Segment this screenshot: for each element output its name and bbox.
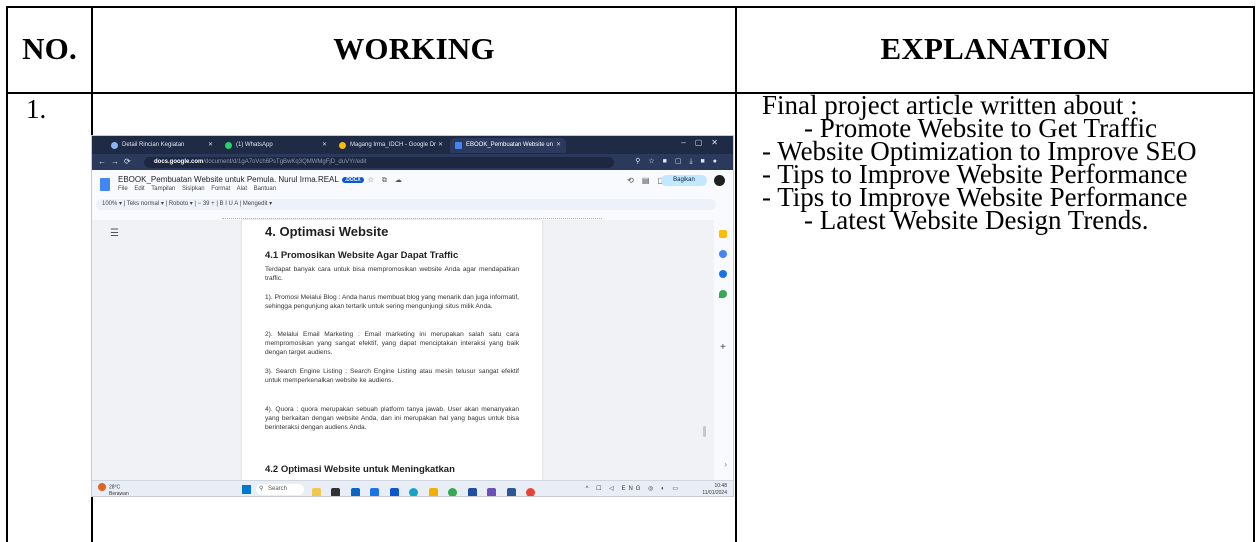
tab-favicon bbox=[111, 142, 118, 149]
row-number: 1. bbox=[26, 94, 47, 124]
weather-desc: Berawan bbox=[109, 491, 129, 497]
header-explanation: EXPLANATION bbox=[880, 31, 1110, 66]
clock-date: 11/01/2024 bbox=[702, 490, 727, 496]
system-tray[interactable]: ^ ☐ ◁ ENG ◎ ◐ ▭ 10:48 11/01/2024 bbox=[586, 483, 727, 496]
share-button[interactable]: Bagikan bbox=[661, 175, 707, 186]
close-icon[interactable]: ✕ bbox=[322, 138, 327, 153]
taskbar-app-icon[interactable] bbox=[467, 488, 477, 496]
browser-tab[interactable]: Magang Irma_IDCH - Google Dr ✕ bbox=[334, 138, 448, 153]
weather-temp: 28°C bbox=[109, 484, 121, 491]
whatsapp-icon bbox=[225, 142, 232, 149]
chrome-icon[interactable] bbox=[448, 488, 458, 496]
docs-logo-icon bbox=[100, 178, 110, 191]
browser-tab[interactable]: (1) WhatsApp ✕ bbox=[220, 138, 332, 153]
close-icon[interactable]: ✕ bbox=[438, 138, 443, 153]
taskbar-app-icon[interactable] bbox=[389, 488, 399, 496]
keep-icon[interactable] bbox=[719, 230, 727, 238]
formatting-toolbar[interactable]: 100% ▾ | Teks normal ▾ | Roboto ▾ | − 39… bbox=[96, 199, 716, 210]
working-screenshot: Detail Rincian Kegiatan ✕ (1) WhatsApp ✕… bbox=[91, 135, 734, 497]
menu-item[interactable]: Tampilan bbox=[151, 186, 175, 192]
taskbar-search[interactable]: ⚲ Search bbox=[256, 484, 304, 495]
page-paragraph: 1). Promosi Melalui Blog : Anda harus me… bbox=[265, 294, 519, 310]
docs-icon bbox=[455, 142, 462, 149]
url-path: /document/d/1gA7oVch6PsTgBwKq3QMWMgFjD_d… bbox=[203, 159, 367, 165]
page-subheading: 4.1 Promosikan Website Agar Dapat Traffi… bbox=[265, 250, 459, 261]
taskbar-apps bbox=[312, 484, 541, 496]
nav-buttons[interactable]: ←→⟳ bbox=[98, 157, 136, 166]
menu-item[interactable]: File bbox=[118, 186, 128, 192]
star-icon[interactable]: ☆ ⧉ ☁ bbox=[368, 177, 405, 184]
tab-label: EBOOK_Pembuatan Website un bbox=[466, 142, 553, 148]
contacts-icon[interactable] bbox=[719, 270, 727, 278]
windows-taskbar: 28°C Berawan ⚲ Search ^ ☐ ◁ ENG ◎ ◐ ▭ 10:4… bbox=[92, 480, 733, 497]
taskbar-app-icon[interactable] bbox=[331, 488, 341, 496]
document-page[interactable]: 4. Optimasi Website 4.1 Promosikan Websi… bbox=[242, 220, 542, 480]
close-icon[interactable]: ✕ bbox=[208, 138, 213, 153]
chrome-icon[interactable] bbox=[525, 488, 535, 496]
header-working: WORKING bbox=[333, 31, 495, 66]
browser-actions[interactable]: ⚲☆■▢⤓■● bbox=[635, 157, 725, 166]
clock-time: 10:48 bbox=[714, 483, 727, 489]
tab-label: Magang Irma_IDCH - Google Dr bbox=[350, 142, 437, 148]
address-bar: ←→⟳ docs.google.com/document/d/1gA7oVch6… bbox=[92, 154, 733, 170]
lang-indicator: ENG bbox=[621, 486, 644, 492]
browser-tab-bar: Detail Rincian Kegiatan ✕ (1) WhatsApp ✕… bbox=[92, 136, 733, 154]
document-canvas: ☰ 4. Optimasi Website 4.1 Promosikan Web… bbox=[92, 220, 716, 480]
drive-icon bbox=[339, 142, 346, 149]
outline-icon[interactable]: ☰ bbox=[110, 228, 119, 239]
avatar[interactable] bbox=[714, 175, 725, 186]
page-paragraph: Terdapat banyak cara untuk bisa mempromo… bbox=[265, 266, 519, 282]
search-icon: ⚲ bbox=[259, 486, 264, 492]
browser-tab[interactable]: Detail Rincian Kegiatan ✕ bbox=[106, 138, 218, 153]
docx-badge: .DOCX bbox=[341, 177, 364, 183]
assignment-table: NO. WORKING EXPLANATION 1. Final project… bbox=[0, 0, 1257, 542]
toolbar-text: 100% ▾ | Teks normal ▾ | Roboto ▾ | − 39… bbox=[102, 201, 273, 207]
docs-header: EBOOK_Pembuatan Website untuk Pemula. Nu… bbox=[92, 170, 733, 210]
close-icon[interactable]: ✕ bbox=[556, 138, 561, 153]
browser-tab-active[interactable]: EBOOK_Pembuatan Website un ✕ bbox=[450, 138, 566, 153]
search-label: Search bbox=[268, 486, 288, 492]
menu-item[interactable]: Alat bbox=[237, 186, 247, 192]
url-host: docs.google.com bbox=[154, 159, 204, 165]
page-paragraph: 3). Search Engine Listing : Search Engin… bbox=[265, 368, 519, 384]
menu-item[interactable]: Format bbox=[211, 186, 230, 192]
word-icon[interactable] bbox=[506, 488, 516, 496]
scrollbar-thumb[interactable] bbox=[703, 426, 706, 437]
table-border-right bbox=[1253, 6, 1255, 542]
menu-item[interactable]: Sisipkan bbox=[182, 186, 205, 192]
tab-label: Detail Rincian Kegiatan bbox=[122, 142, 185, 148]
start-icon[interactable] bbox=[242, 485, 251, 494]
header-no: NO. bbox=[22, 31, 77, 66]
explanation-cell: Final project article written about : - … bbox=[762, 92, 1242, 235]
taskbar-app-icon[interactable] bbox=[487, 488, 497, 496]
taskbar-app-icon[interactable] bbox=[312, 488, 321, 496]
maps-icon[interactable] bbox=[719, 290, 727, 298]
taskbar-app-icon[interactable] bbox=[409, 488, 419, 496]
menu-bar: File Edit Tampilan Sisipkan Format Alat … bbox=[118, 186, 281, 192]
chevron-right-icon[interactable]: › bbox=[724, 460, 727, 469]
ruler bbox=[222, 212, 602, 219]
taskbar-app-icon[interactable] bbox=[370, 488, 380, 496]
taskbar-app-icon[interactable] bbox=[350, 488, 360, 496]
page-subheading: 4.2 Optimasi Website untuk Meningkatkan bbox=[265, 464, 455, 475]
menu-item[interactable]: Bantuan bbox=[254, 186, 276, 192]
doc-title-text: EBOOK_Pembuatan Website untuk Pemula. Nu… bbox=[118, 175, 339, 184]
menu-item[interactable]: Edit bbox=[134, 186, 144, 192]
weather-icon bbox=[98, 483, 106, 491]
tab-label: (1) WhatsApp bbox=[236, 142, 273, 148]
side-panel: + bbox=[714, 220, 733, 480]
page-paragraph: 2). Melalui Email Marketing : Email mark… bbox=[265, 331, 519, 356]
doc-title[interactable]: EBOOK_Pembuatan Website untuk Pemula. Nu… bbox=[118, 175, 405, 185]
page-heading: 4. Optimasi Website bbox=[265, 224, 389, 239]
weather-widget[interactable]: 28°C Berawan bbox=[98, 483, 129, 497]
page-paragraph: 4). Quora : quora merupakan sebuah platf… bbox=[265, 406, 519, 431]
url-field[interactable]: docs.google.com/document/d/1gA7oVch6PsTg… bbox=[144, 157, 614, 168]
add-icon[interactable]: + bbox=[720, 342, 726, 353]
window-controls[interactable]: –▢✕ bbox=[681, 138, 727, 147]
tray-icons: ^ ☐ ◁ ENG ◎ ◐ ▭ bbox=[585, 486, 681, 492]
explanation-item: - Latest Website Design Trends. bbox=[804, 205, 1149, 235]
tasks-icon[interactable] bbox=[719, 250, 727, 258]
taskbar-app-icon[interactable] bbox=[428, 488, 438, 496]
